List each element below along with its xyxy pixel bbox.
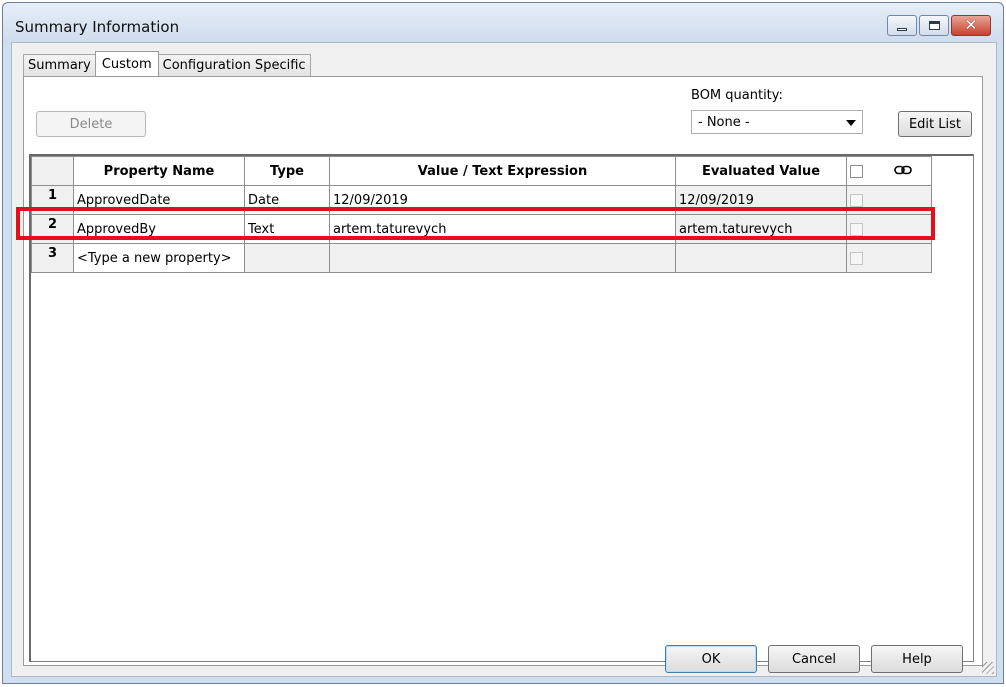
title-bar[interactable]: Summary Information ✕ [3, 3, 1003, 43]
dialog-client-area: Summary Custom Configuration Specific De… [11, 42, 997, 677]
table-header-row: Property Name Type Value / Text Expressi… [31, 156, 932, 186]
minimize-button[interactable] [887, 15, 917, 36]
type-cell[interactable]: Date [244, 185, 330, 215]
link-all-checkbox[interactable] [850, 164, 863, 178]
link-checkbox[interactable] [850, 222, 863, 236]
evaluated-value-cell: artem.taturevych [675, 214, 847, 244]
delete-button[interactable]: Delete [36, 111, 146, 137]
tab-custom[interactable]: Custom [94, 51, 159, 76]
link-cell [846, 185, 932, 215]
maximize-icon [928, 21, 940, 30]
custom-tab-panel: Delete BOM quantity: - None - Edit List … [23, 76, 983, 666]
close-button[interactable]: ✕ [951, 15, 991, 36]
maximize-button[interactable] [919, 15, 949, 36]
edit-list-button[interactable]: Edit List [898, 111, 972, 137]
help-button[interactable]: Help [871, 645, 963, 673]
grid-corner-cell[interactable] [31, 156, 74, 186]
column-header-value[interactable]: Value / Text Expression [329, 156, 676, 186]
cancel-button[interactable]: Cancel [768, 645, 860, 673]
close-icon: ✕ [964, 16, 978, 34]
link-checkbox[interactable] [850, 193, 863, 207]
tab-configuration-specific[interactable]: Configuration Specific [157, 54, 311, 76]
chevron-down-icon [846, 120, 856, 126]
evaluated-value-cell [675, 243, 847, 273]
evaluated-value-cell: 12/09/2019 [675, 185, 847, 215]
property-name-cell[interactable]: ApprovedDate [73, 185, 245, 215]
custom-properties-grid: Property Name Type Value / Text Expressi… [29, 154, 974, 662]
link-icon [893, 164, 912, 179]
column-header-property-name[interactable]: Property Name [73, 156, 245, 186]
table-row: 3 <Type a new property> [31, 243, 932, 273]
row-number[interactable]: 2 [31, 214, 74, 244]
tab-strip: Summary Custom Configuration Specific [23, 51, 311, 76]
property-name-cell[interactable]: ApprovedBy [73, 214, 245, 244]
link-cell [846, 214, 932, 244]
bom-quantity-label: BOM quantity: [691, 88, 783, 103]
column-header-type[interactable]: Type [244, 156, 330, 186]
table-row: 1 ApprovedDate Date 12/09/2019 12/09/201… [31, 185, 932, 215]
tab-summary[interactable]: Summary [23, 54, 96, 76]
link-checkbox[interactable] [850, 251, 863, 265]
row-number[interactable]: 1 [31, 185, 74, 215]
ok-button[interactable]: OK [665, 645, 757, 673]
value-cell[interactable]: 12/09/2019 [329, 185, 676, 215]
bom-quantity-value: - None - [698, 114, 750, 130]
minimize-icon [897, 28, 907, 31]
bom-quantity-select[interactable]: - None - [691, 110, 863, 134]
value-cell[interactable] [329, 243, 676, 273]
table-row: 2 ApprovedBy Text artem.taturevych artem… [31, 214, 932, 244]
column-header-link [846, 156, 932, 186]
link-cell [846, 243, 932, 273]
summary-information-window: Summary Information ✕ Summary Custom Con… [2, 2, 1004, 684]
new-property-cell[interactable]: <Type a new property> [73, 243, 245, 273]
caption-buttons: ✕ [887, 15, 991, 37]
resize-grip-icon[interactable] [982, 662, 994, 674]
type-cell[interactable] [244, 243, 330, 273]
value-cell[interactable]: artem.taturevych [329, 214, 676, 244]
window-title: Summary Information [15, 18, 180, 36]
row-number[interactable]: 3 [31, 243, 74, 273]
properties-table: Property Name Type Value / Text Expressi… [31, 156, 932, 273]
type-cell[interactable]: Text [244, 214, 330, 244]
column-header-evaluated-value[interactable]: Evaluated Value [675, 156, 847, 186]
